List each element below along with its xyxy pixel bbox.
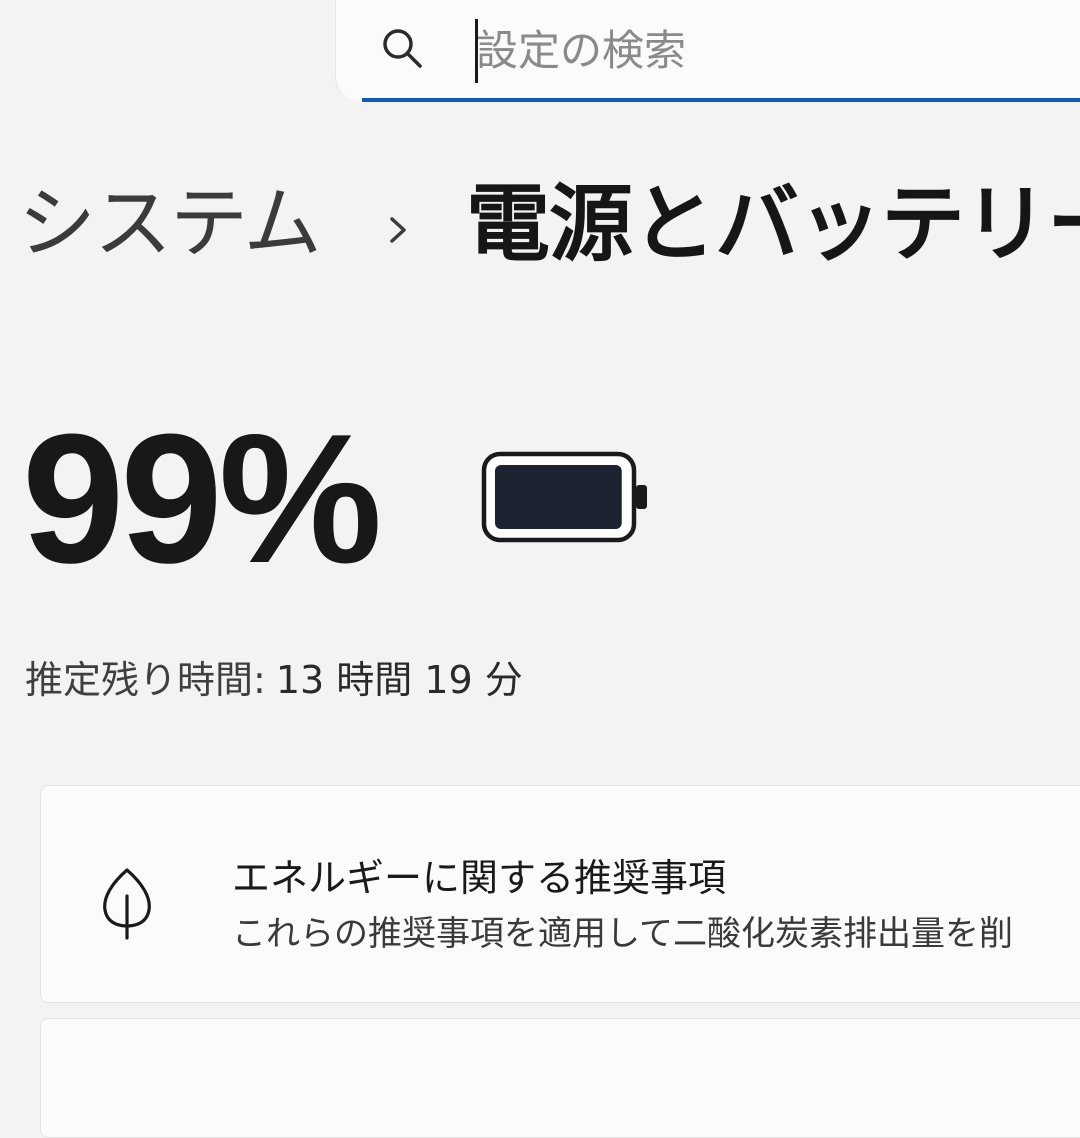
- breadcrumb: システム 電源とバッテリー: [0, 170, 1080, 280]
- energy-card-description: これらの推奨事項を適用して二酸化炭素排出量を削: [232, 914, 1013, 954]
- search-icon: [383, 29, 422, 68]
- breadcrumb-system-link[interactable]: システム: [18, 176, 322, 272]
- battery-percentage: 99%: [22, 395, 382, 601]
- search-focus-underline: [362, 98, 1080, 102]
- search-input[interactable]: [476, 18, 1056, 82]
- chevron-right-icon: [390, 217, 406, 243]
- remaining-label: 推定残り時間:: [25, 658, 266, 702]
- text-caret: [475, 19, 478, 83]
- settings-card[interactable]: [40, 1018, 1080, 1138]
- page-title: 電源とバッテリー: [466, 175, 1080, 273]
- energy-recommendations-card[interactable]: エネルギーに関する推奨事項 これらの推奨事項を適用して二酸化炭素排出量を削: [40, 785, 1080, 1003]
- battery-icon: [481, 451, 647, 543]
- search-box[interactable]: [335, 0, 1080, 102]
- remaining-value: 13 時間 19 分: [275, 658, 523, 702]
- battery-fill-level: [495, 465, 622, 529]
- leaf-icon: [103, 868, 151, 940]
- estimated-time-remaining: 推定残り時間: 13 時間 19 分: [25, 650, 523, 710]
- energy-card-title: エネルギーに関する推奨事項: [232, 856, 727, 900]
